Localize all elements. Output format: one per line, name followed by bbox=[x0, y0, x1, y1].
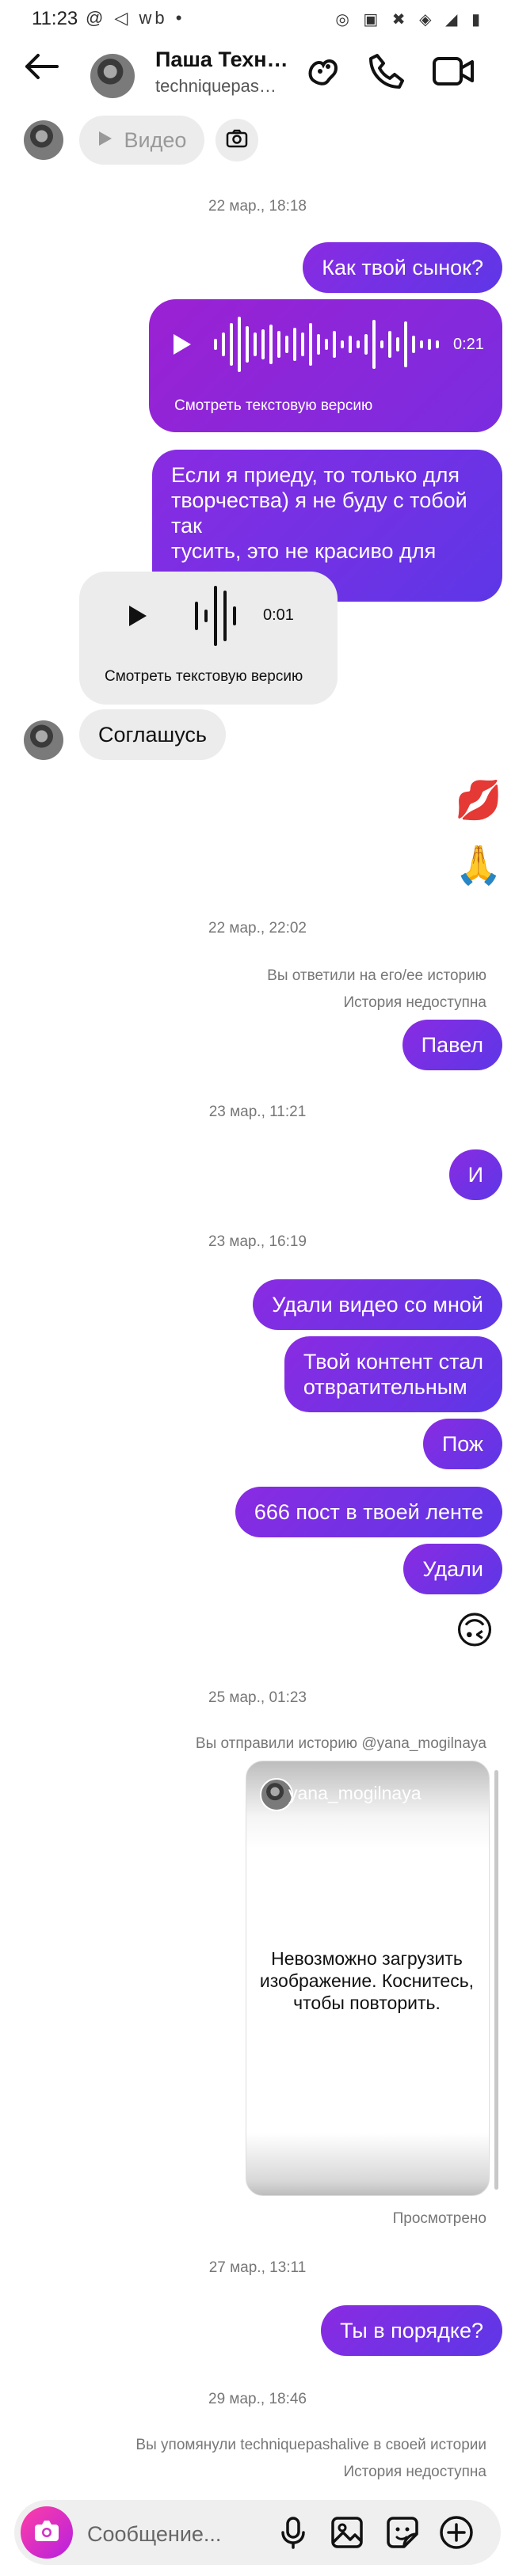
system-icons: ◎ ▣ ✖ ◈ ◢ ▮ bbox=[335, 11, 485, 28]
message-outgoing[interactable]: Пож bbox=[422, 1419, 502, 1469]
story-scrollbar bbox=[494, 1770, 498, 2190]
view-transcript-link[interactable]: Смотреть текстовую версию bbox=[174, 397, 372, 415]
phone-icon[interactable] bbox=[366, 51, 407, 92]
camera-icon bbox=[226, 129, 248, 152]
story-unavailable: История недоступна bbox=[343, 2464, 486, 2480]
date-divider: 23 мар., 11:21 bbox=[208, 1104, 307, 1120]
microphone-icon[interactable] bbox=[274, 2513, 312, 2551]
story-shared-note: Вы отправили историю @yana_mogilnaya bbox=[195, 1735, 486, 1752]
view-transcript-link[interactable]: Смотреть текстовую версию bbox=[105, 668, 303, 686]
message-outgoing[interactable]: И bbox=[448, 1149, 502, 1200]
voice-duration: 0:21 bbox=[453, 336, 484, 353]
message-outgoing[interactable]: Удали bbox=[403, 1544, 502, 1594]
contact-name[interactable]: Паша Техн… bbox=[155, 47, 288, 72]
story-reply-note: Вы ответили на его/ее историю bbox=[267, 967, 486, 984]
message-input[interactable] bbox=[86, 2517, 279, 2551]
play-icon[interactable] bbox=[171, 332, 193, 360]
message-outgoing[interactable]: Твой контент стал отвратительным bbox=[284, 1336, 502, 1412]
story-load-error[interactable]: Невозможно загрузить изображение. Коснит… bbox=[246, 1947, 488, 2014]
emoji-kiss[interactable]: 💋 bbox=[455, 777, 502, 823]
voice-duration: 0:01 bbox=[263, 606, 294, 624]
message-outgoing[interactable]: Как твой сынок? bbox=[303, 242, 502, 293]
video-button[interactable]: Видео bbox=[79, 116, 204, 165]
back-arrow-icon[interactable] bbox=[21, 49, 62, 84]
message-outgoing[interactable]: Ты в порядке? bbox=[321, 2305, 502, 2356]
gallery-icon[interactable] bbox=[328, 2513, 366, 2551]
play-icon[interactable] bbox=[127, 604, 149, 632]
status-bar: 11:23 @ ◁ wb • ◎ ▣ ✖ ◈ ◢ ▮ bbox=[0, 0, 515, 44]
emoji-upside-down[interactable]: 🙃 bbox=[455, 1609, 494, 1653]
notification-icons: @ ◁ wb • bbox=[86, 8, 185, 28]
date-divider: 29 мар., 18:46 bbox=[208, 2391, 307, 2407]
story-author-name[interactable]: yana_mogilnaya bbox=[288, 1783, 422, 1804]
status-time: 11:23 bbox=[32, 8, 78, 29]
video-call-icon[interactable] bbox=[431, 51, 474, 92]
date-divider: 27 мар., 13:11 bbox=[208, 2259, 307, 2276]
date-divider: 22 мар., 22:02 bbox=[208, 920, 307, 937]
message-outgoing[interactable]: 666 пост в твоей ленте bbox=[235, 1487, 502, 1537]
waveform bbox=[212, 317, 442, 376]
story-unavailable: История недоступна bbox=[343, 994, 486, 1011]
waveform bbox=[193, 584, 238, 652]
camera-button[interactable] bbox=[21, 2506, 73, 2559]
camera-button[interactable] bbox=[216, 119, 258, 161]
emoji-pray[interactable]: 🙏 bbox=[455, 842, 502, 887]
date-divider: 23 мар., 16:19 bbox=[208, 1233, 307, 1250]
seen-status: Просмотрено bbox=[392, 2210, 486, 2227]
sticker-icon[interactable] bbox=[383, 2513, 422, 2551]
message-outgoing[interactable]: Павел bbox=[402, 1020, 502, 1070]
contact-avatar-small[interactable] bbox=[24, 120, 63, 160]
contact-avatar[interactable] bbox=[90, 54, 135, 98]
video-label: Видео bbox=[124, 127, 187, 152]
effects-icon[interactable] bbox=[303, 51, 344, 92]
message-incoming[interactable]: Соглашусь bbox=[79, 709, 226, 760]
play-icon bbox=[97, 128, 113, 153]
camera-icon bbox=[33, 2519, 60, 2547]
add-icon[interactable] bbox=[437, 2513, 475, 2551]
contact-avatar-small[interactable] bbox=[24, 720, 63, 760]
message-outgoing[interactable]: Удали видео со мной bbox=[253, 1279, 502, 1330]
date-divider: 25 мар., 01:23 bbox=[208, 1689, 307, 1706]
mention-note: Вы упомянули techniquepashalive в своей … bbox=[135, 2437, 486, 2453]
contact-username[interactable]: techniquepas… bbox=[155, 76, 277, 97]
date-divider: 22 мар., 18:18 bbox=[208, 198, 307, 215]
